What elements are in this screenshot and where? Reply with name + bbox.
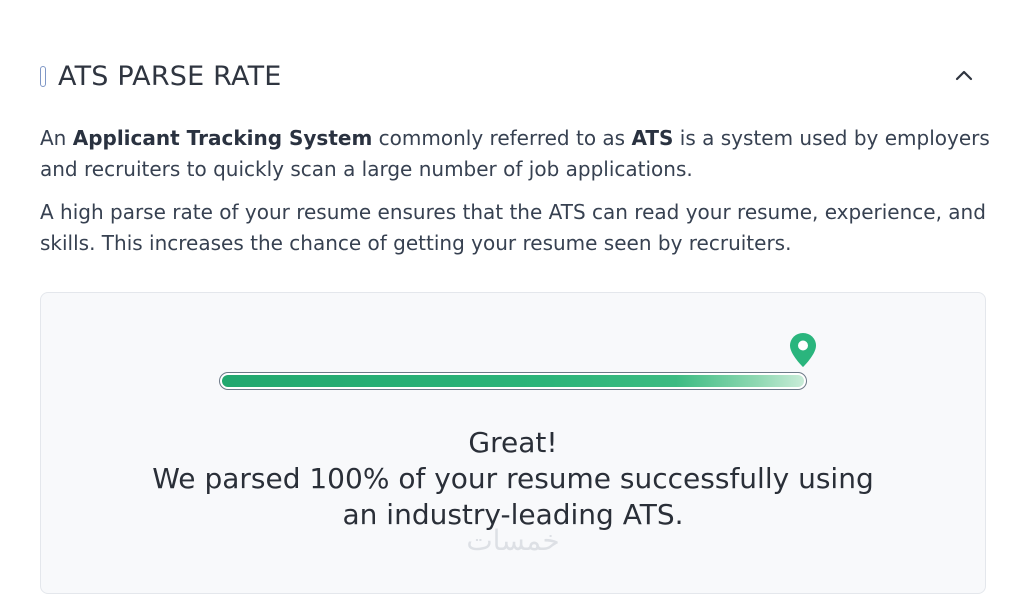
parse-rate-explanation: A high parse rate of your resume ensures…: [40, 200, 986, 255]
watermark-logo: خمسات: [466, 524, 560, 557]
result-headline: Great!: [468, 426, 558, 459]
desc-text: An: [40, 126, 73, 150]
section-marker-icon: [40, 65, 46, 87]
parse-rate-progress-fill: [222, 375, 804, 387]
parse-result-text: Great! We parsed 100% of your resume suc…: [41, 425, 985, 533]
ats-term: ATS: [631, 126, 674, 150]
applicant-tracking-system-term: Applicant Tracking System: [72, 126, 373, 150]
ats-description: An Applicant Tracking System commonly re…: [40, 123, 990, 185]
section-title: ATS PARSE RATE: [58, 60, 282, 92]
result-message: We parsed 100% of your resume successful…: [152, 462, 874, 495]
ats-parse-rate-section: ATS PARSE RATE An Applicant Tracking Sys…: [0, 0, 1026, 594]
section-header[interactable]: ATS PARSE RATE: [40, 58, 986, 94]
parse-rate-progress-bar: [219, 372, 807, 390]
map-pin-icon: [788, 331, 818, 369]
desc-text: commonly referred to as: [372, 126, 632, 150]
chevron-up-icon[interactable]: [952, 64, 976, 88]
